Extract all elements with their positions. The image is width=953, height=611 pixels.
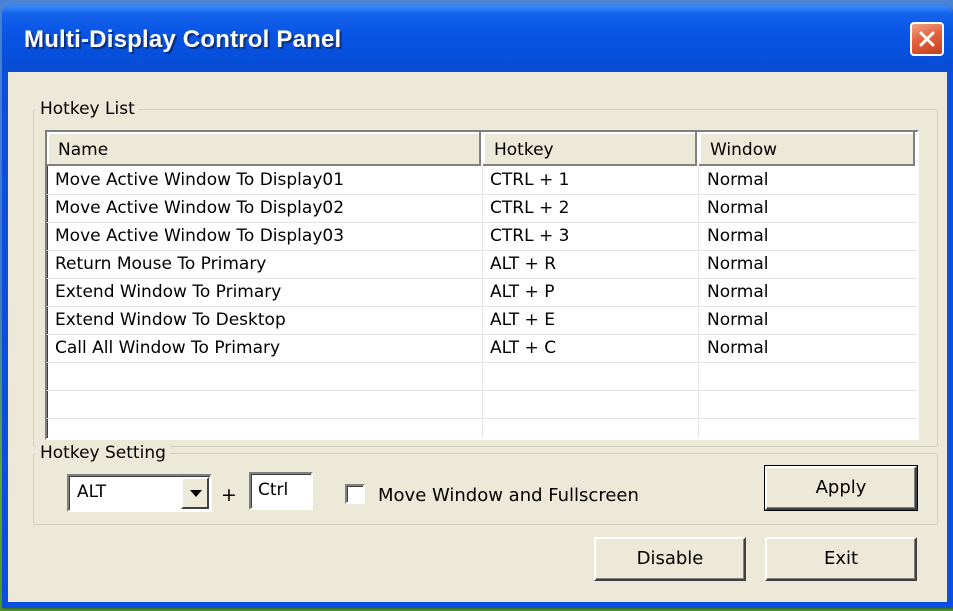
disable-button[interactable]: Disable (594, 537, 746, 581)
hotkey-list-label: Hotkey List (36, 99, 139, 119)
cell-window: Normal (707, 254, 769, 274)
grid-line (47, 390, 917, 391)
cell-name: Call All Window To Primary (55, 338, 281, 358)
table-row[interactable]: Extend Window To Desktop ALT + E Normal (47, 306, 917, 334)
close-button[interactable] (910, 22, 944, 56)
exit-button[interactable]: Exit (765, 537, 917, 581)
plus-sign: + (221, 484, 237, 506)
table-row[interactable]: Move Active Window To Display02 CTRL + 2… (47, 194, 917, 222)
chevron-down-icon (190, 490, 202, 497)
cell-hotkey: ALT + R (490, 254, 557, 274)
list-header: Name Hotkey Window (47, 132, 917, 166)
cell-name: Move Active Window To Display02 (55, 198, 345, 218)
cell-window: Normal (707, 282, 769, 302)
modifier-select[interactable]: ALT (67, 474, 212, 512)
cell-hotkey: ALT + C (490, 338, 557, 358)
dropdown-button[interactable] (181, 477, 209, 509)
column-header-name[interactable]: Name (47, 132, 483, 166)
fullscreen-checkbox[interactable] (345, 484, 365, 504)
cell-name: Move Active Window To Display01 (55, 170, 345, 190)
grid-line (47, 362, 917, 363)
cell-hotkey: ALT + P (490, 282, 555, 302)
table-row[interactable]: Extend Window To Primary ALT + P Normal (47, 278, 917, 306)
client-area: Hotkey List Name Hotkey Window Move Acti… (8, 72, 947, 602)
table-row[interactable]: Move Active Window To Display01 CTRL + 1… (47, 166, 917, 194)
apply-button[interactable]: Apply (764, 465, 918, 511)
table-row[interactable]: Call All Window To Primary ALT + C Norma… (47, 334, 917, 362)
fullscreen-checkbox-label[interactable]: Move Window and Fullscreen (378, 485, 639, 506)
title-bar[interactable]: Multi-Display Control Panel (2, 6, 953, 72)
cell-window: Normal (707, 310, 769, 330)
column-header-hotkey[interactable]: Hotkey (483, 132, 699, 166)
cell-window: Normal (707, 338, 769, 358)
main-window: Multi-Display Control Panel Hotkey List … (2, 6, 953, 608)
hotkey-setting-label: Hotkey Setting (36, 443, 170, 463)
cell-window: Normal (707, 198, 769, 218)
table-row[interactable]: Move Active Window To Display03 CTRL + 3… (47, 222, 917, 250)
column-header-window[interactable]: Window (699, 132, 917, 166)
close-icon (919, 31, 935, 47)
cell-hotkey: CTRL + 1 (490, 170, 570, 190)
window-title: Multi-Display Control Panel (24, 26, 342, 53)
cell-name: Extend Window To Desktop (55, 310, 286, 330)
grid-line (47, 418, 917, 419)
cell-name: Return Mouse To Primary (55, 254, 267, 274)
table-row[interactable]: Return Mouse To Primary ALT + R Normal (47, 250, 917, 278)
cell-hotkey: CTRL + 2 (490, 198, 570, 218)
hotkey-listview[interactable]: Name Hotkey Window Move Active Window To… (45, 130, 919, 440)
cell-window: Normal (707, 226, 769, 246)
cell-window: Normal (707, 170, 769, 190)
key-input-value: Ctrl (258, 480, 289, 500)
key-input[interactable]: Ctrl (249, 472, 313, 510)
cell-name: Move Active Window To Display03 (55, 226, 345, 246)
cell-name: Extend Window To Primary (55, 282, 282, 302)
cell-hotkey: CTRL + 3 (490, 226, 570, 246)
modifier-select-value: ALT (77, 482, 107, 502)
cell-hotkey: ALT + E (490, 310, 555, 330)
